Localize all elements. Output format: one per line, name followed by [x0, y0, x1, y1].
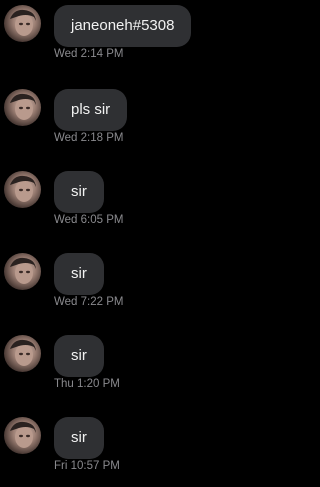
message-bubble[interactable]: sir: [54, 335, 104, 377]
message-bubble[interactable]: sir: [54, 253, 104, 295]
avatar-photo-icon: [10, 339, 36, 366]
message-text: janeoneh#5308: [71, 17, 175, 34]
message-timestamp: Fri 10:57 PM: [54, 460, 120, 472]
avatar[interactable]: [4, 171, 41, 208]
message-timestamp: Wed 7:22 PM: [54, 296, 124, 308]
message-bubble[interactable]: sir: [54, 171, 104, 213]
message-thread: janeoneh#5308 Wed 2:14 PM pls sir Wed 2:…: [0, 0, 264, 487]
avatar-photo-icon: [10, 421, 36, 448]
avatar[interactable]: [4, 89, 41, 126]
message-bubble[interactable]: janeoneh#5308: [54, 5, 192, 47]
message-row: pls sir Wed 2:18 PM: [0, 84, 264, 154]
avatar[interactable]: [4, 335, 41, 372]
avatar-photo-icon: [10, 9, 36, 36]
message-text: sir: [71, 265, 87, 282]
message-row: sir Fri 10:57 PM: [0, 412, 264, 482]
message-text: sir: [71, 429, 87, 446]
avatar[interactable]: [4, 5, 41, 42]
avatar-photo-icon: [10, 93, 36, 120]
message-bubble[interactable]: pls sir: [54, 89, 128, 131]
message-timestamp: Wed 2:14 PM: [54, 48, 124, 60]
avatar[interactable]: [4, 253, 41, 290]
message-row: sir Wed 6:05 PM: [0, 166, 264, 236]
message-text: pls sir: [71, 101, 111, 118]
message-row: sir Thu 1:20 PM: [0, 330, 264, 400]
message-bubble[interactable]: sir: [54, 417, 104, 459]
message-row: sir Wed 7:22 PM: [0, 248, 264, 318]
message-text: sir: [71, 347, 87, 364]
message-row: janeoneh#5308 Wed 2:14 PM: [0, 0, 264, 70]
avatar[interactable]: [4, 417, 41, 454]
message-timestamp: Thu 1:20 PM: [54, 378, 120, 390]
avatar-photo-icon: [10, 175, 36, 202]
message-timestamp: Wed 2:18 PM: [54, 132, 124, 144]
avatar-photo-icon: [10, 257, 36, 284]
message-timestamp: Wed 6:05 PM: [54, 214, 124, 226]
message-text: sir: [71, 183, 87, 200]
